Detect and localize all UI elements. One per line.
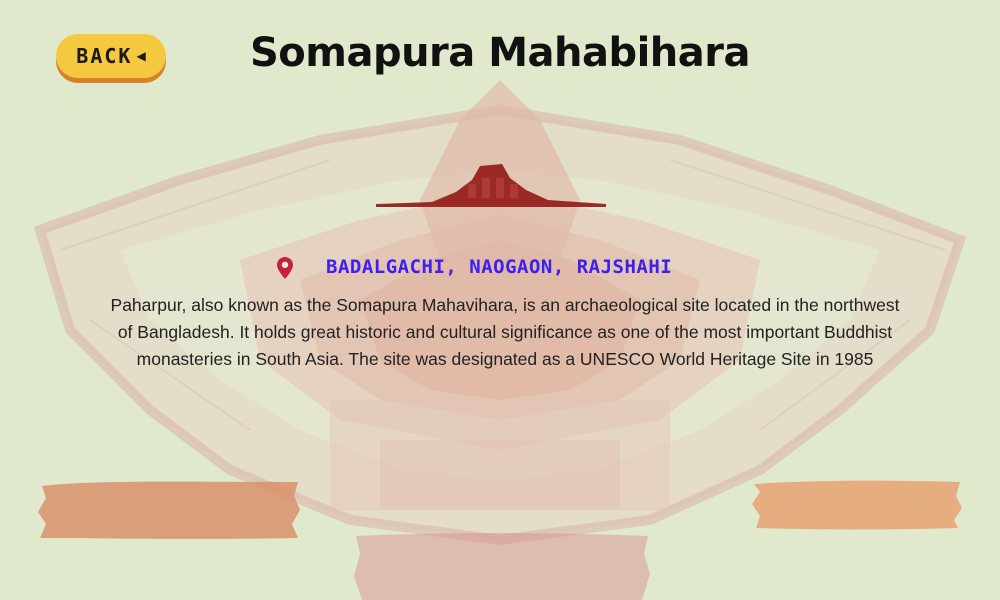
brush-stroke-right [752, 480, 962, 530]
site-description: Paharpur, also known as the Somapura Mah… [110, 295, 900, 369]
monument-icon [376, 164, 606, 207]
map-pin-icon [277, 257, 293, 279]
brush-stroke-bottom [354, 533, 650, 600]
brush-stroke-left [38, 481, 300, 539]
location-label: BADALGACHI, NAOGAON, RAJSHAHI [326, 256, 673, 278]
page-title: Somapura Mahabihara [249, 30, 751, 76]
